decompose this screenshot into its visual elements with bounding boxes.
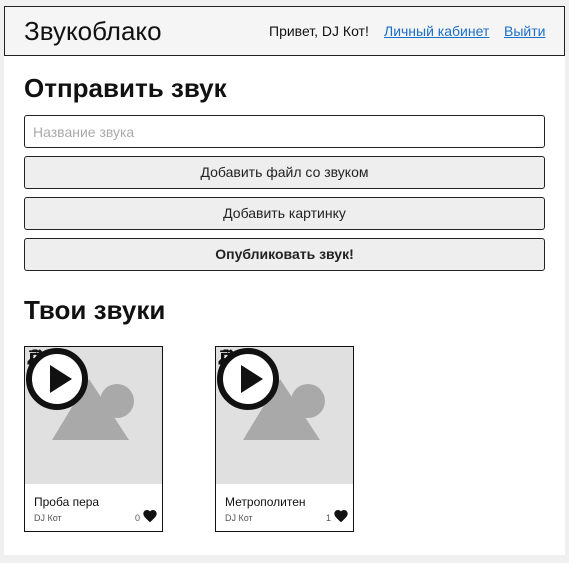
user-greeting: Привет, DJ Кот! [269,23,369,39]
like-count: 0 [134,513,140,523]
sound-author: DJ Кот [225,513,253,523]
site-header: Звукоблако Привет, DJ Кот! Личный кабине… [4,6,565,56]
add-sound-file-button[interactable]: Добавить файл со звуком [24,156,545,189]
play-icon[interactable] [216,347,280,411]
sound-cover-image [216,347,353,484]
heart-icon[interactable] [142,508,158,524]
my-sounds-title: Твои звуки [24,295,166,325]
sound-name-input[interactable] [24,115,545,148]
add-image-button[interactable]: Добавить картинку [24,197,545,230]
sound-card: Проба пера DJ Кот 0 [24,346,163,532]
logout-link[interactable]: Выйти [504,23,545,39]
play-icon[interactable] [25,347,89,411]
sound-title[interactable]: Проба пера [34,495,99,509]
like-count: 1 [325,513,331,523]
upload-section-title: Отправить звук [24,73,227,103]
sound-card: Метрополитен DJ Кот 1 [215,346,354,532]
sound-title[interactable]: Метрополитен [225,495,306,509]
profile-link[interactable]: Личный кабинет [384,23,489,39]
heart-icon[interactable] [333,508,349,524]
app-frame: Звукоблако Привет, DJ Кот! Личный кабине… [4,6,565,555]
site-logo[interactable]: Звукоблако [24,16,162,46]
publish-sound-button[interactable]: Опубликовать звук! [24,238,545,271]
sound-author: DJ Кот [34,513,62,523]
sound-cover-image [25,347,162,484]
